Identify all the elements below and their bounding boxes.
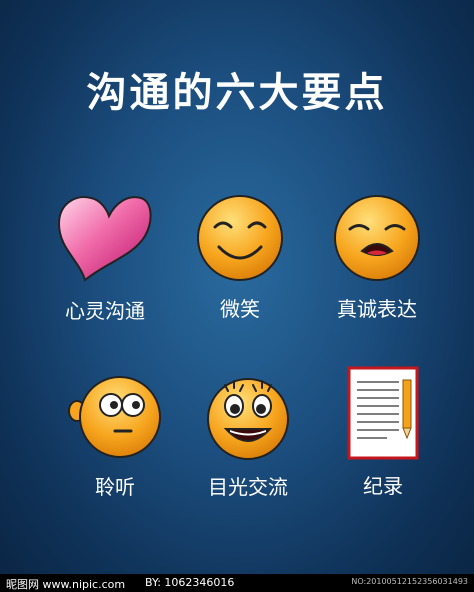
point-label: 微笑 [220, 297, 260, 321]
point-smile: 微笑 [165, 193, 315, 322]
notepad-pencil-icon [347, 366, 419, 460]
point-listen: 聆听 [40, 373, 190, 500]
point-record: 纪录 [308, 366, 458, 499]
point-label: 真诚表达 [337, 297, 417, 321]
image-number: NO:20100512152356031493 [351, 577, 468, 586]
point-label: 聆听 [95, 475, 135, 499]
point-sincere: 真诚表达 [302, 193, 452, 322]
big-eyes-face-icon [207, 378, 289, 460]
heart-icon [57, 196, 152, 282]
open-mouth-face-icon [334, 195, 420, 281]
site-watermark: 昵图网 www.nipic.com [6, 578, 126, 591]
point-label: 纪录 [363, 474, 403, 498]
point-eye-contact: 目光交流 [173, 373, 323, 500]
point-heart: 心灵沟通 [30, 190, 180, 324]
listening-face-icon [68, 376, 161, 458]
point-label: 心灵沟通 [65, 299, 145, 323]
smiling-face-icon [197, 195, 283, 281]
watermark-footer: 昵图网 www.nipic.com BY: 1062346016 NO:2010… [0, 574, 474, 592]
point-label: 目光交流 [208, 475, 288, 499]
page-title: 沟通的六大要点 [86, 70, 388, 116]
author-id: BY: 1062346016 [145, 576, 235, 589]
